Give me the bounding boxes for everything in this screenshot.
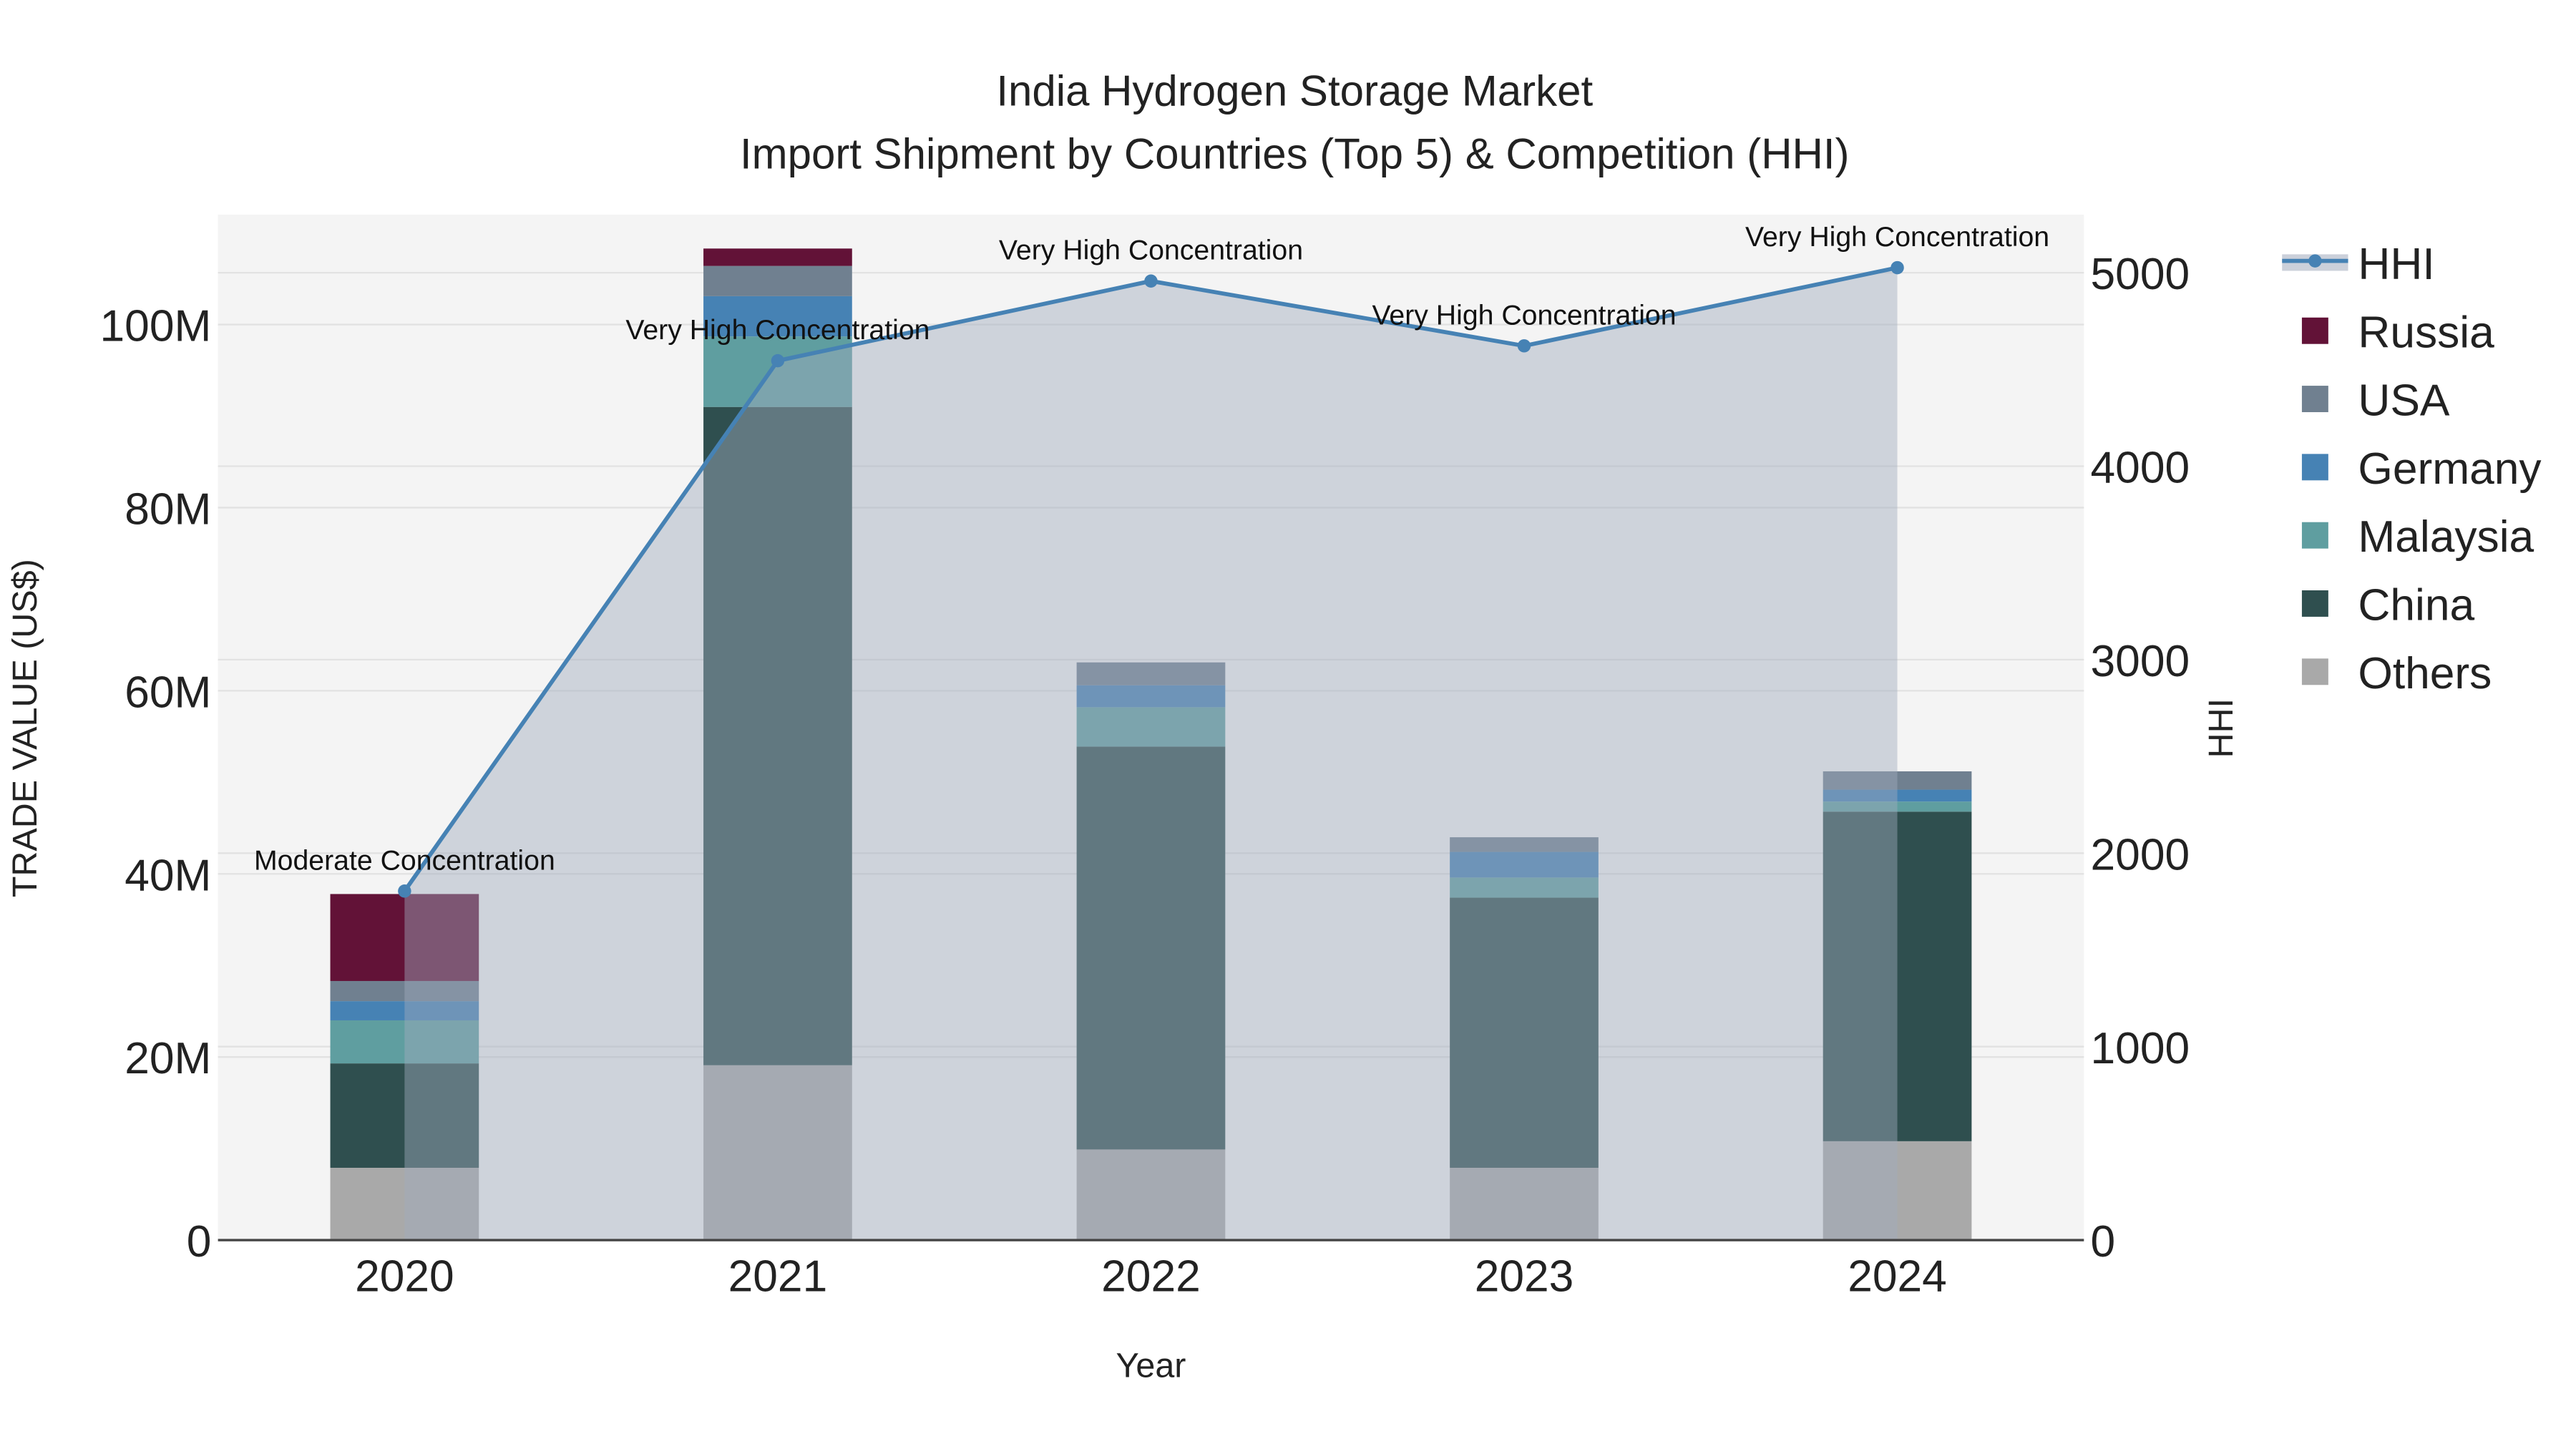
legend-label: HHI [2358,240,2434,289]
hhi-annotation: Very High Concentration [625,314,930,346]
y-tick-label: 80M [125,485,211,535]
legend-swatch [2301,454,2328,481]
legend-swatch [2301,317,2328,344]
legend-label: USA [2358,376,2450,426]
hhi-point-2024 [1890,260,1904,275]
legend-label: China [2358,581,2474,630]
legend-label: Malaysia [2358,512,2534,562]
hhi-point-2023 [1517,339,1531,353]
legend-item-russia: Russia [2301,308,2494,357]
y-tick-label: 0 [187,1217,212,1267]
y2-tick-label: 3000 [2091,637,2190,686]
hhi-point-2020 [398,884,411,898]
legend-item-germany: Germany [2301,444,2542,494]
legend-item-usa: USA [2301,376,2450,426]
legend-swatch [2301,590,2328,617]
x-tick-label: 2021 [728,1252,828,1302]
y-tick-label: 60M [125,668,211,717]
y2-axis-label: HHI [2202,698,2240,758]
legend-label: Germany [2358,444,2542,494]
y-axis-label: TRADE VALUE (US$) [6,559,44,897]
chart: India Hydrogen Storage Market Import Shi… [6,67,2542,1385]
x-tick-label: 2024 [1848,1252,1947,1302]
y-axis-ticks: 0 20M 40M 60M 80M 100M [100,302,212,1267]
legend-swatch [2301,522,2328,549]
y-tick-label: 100M [100,302,212,351]
hhi-annotation: Very High Concentration [1372,299,1676,331]
hhi-annotation: Very High Concentration [1745,221,2049,253]
bar-usa-2021 [703,265,852,296]
legend-swatch-hhi-marker [2308,254,2322,268]
x-axis-label: Year [1116,1347,1186,1385]
legend-label: Russia [2358,308,2494,357]
hhi-point-2021 [771,353,785,368]
x-tick-label: 2022 [1101,1252,1201,1302]
legend-item-china: China [2301,581,2475,630]
y2-tick-label: 0 [2091,1217,2116,1267]
x-tick-label: 2020 [355,1252,454,1302]
y2-tick-label: 1000 [2091,1024,2190,1073]
legend-swatch [2301,658,2328,686]
legend-item-hhi: HHI [2282,240,2435,289]
legend: HHI Russia USA Germany Malaysia China Others [2282,240,2542,698]
y-tick-label: 40M [125,851,211,900]
y-tick-label: 20M [125,1034,211,1083]
legend-item-malaysia: Malaysia [2301,512,2534,562]
hhi-annotation: Very High Concentration [999,235,1303,266]
y2-tick-label: 5000 [2091,250,2190,299]
y2-axis-ticks: 0 1000 2000 3000 4000 5000 [2091,250,2190,1267]
bar-russia-2021 [703,248,852,266]
x-axis-ticks: 2020 2021 2022 2023 2024 [355,1252,1947,1302]
legend-swatch [2301,386,2328,412]
hhi-point-2022 [1144,274,1158,288]
legend-item-others: Others [2301,649,2492,698]
hhi-annotation: Moderate Concentration [254,844,555,876]
y2-tick-label: 4000 [2091,444,2190,493]
y2-tick-label: 2000 [2091,830,2190,879]
chart-subtitle: Import Shipment by Countries (Top 5) & C… [740,130,1850,177]
legend-label: Others [2358,649,2492,698]
chart-title: India Hydrogen Storage Market [996,67,1593,115]
x-tick-label: 2023 [1475,1252,1574,1302]
